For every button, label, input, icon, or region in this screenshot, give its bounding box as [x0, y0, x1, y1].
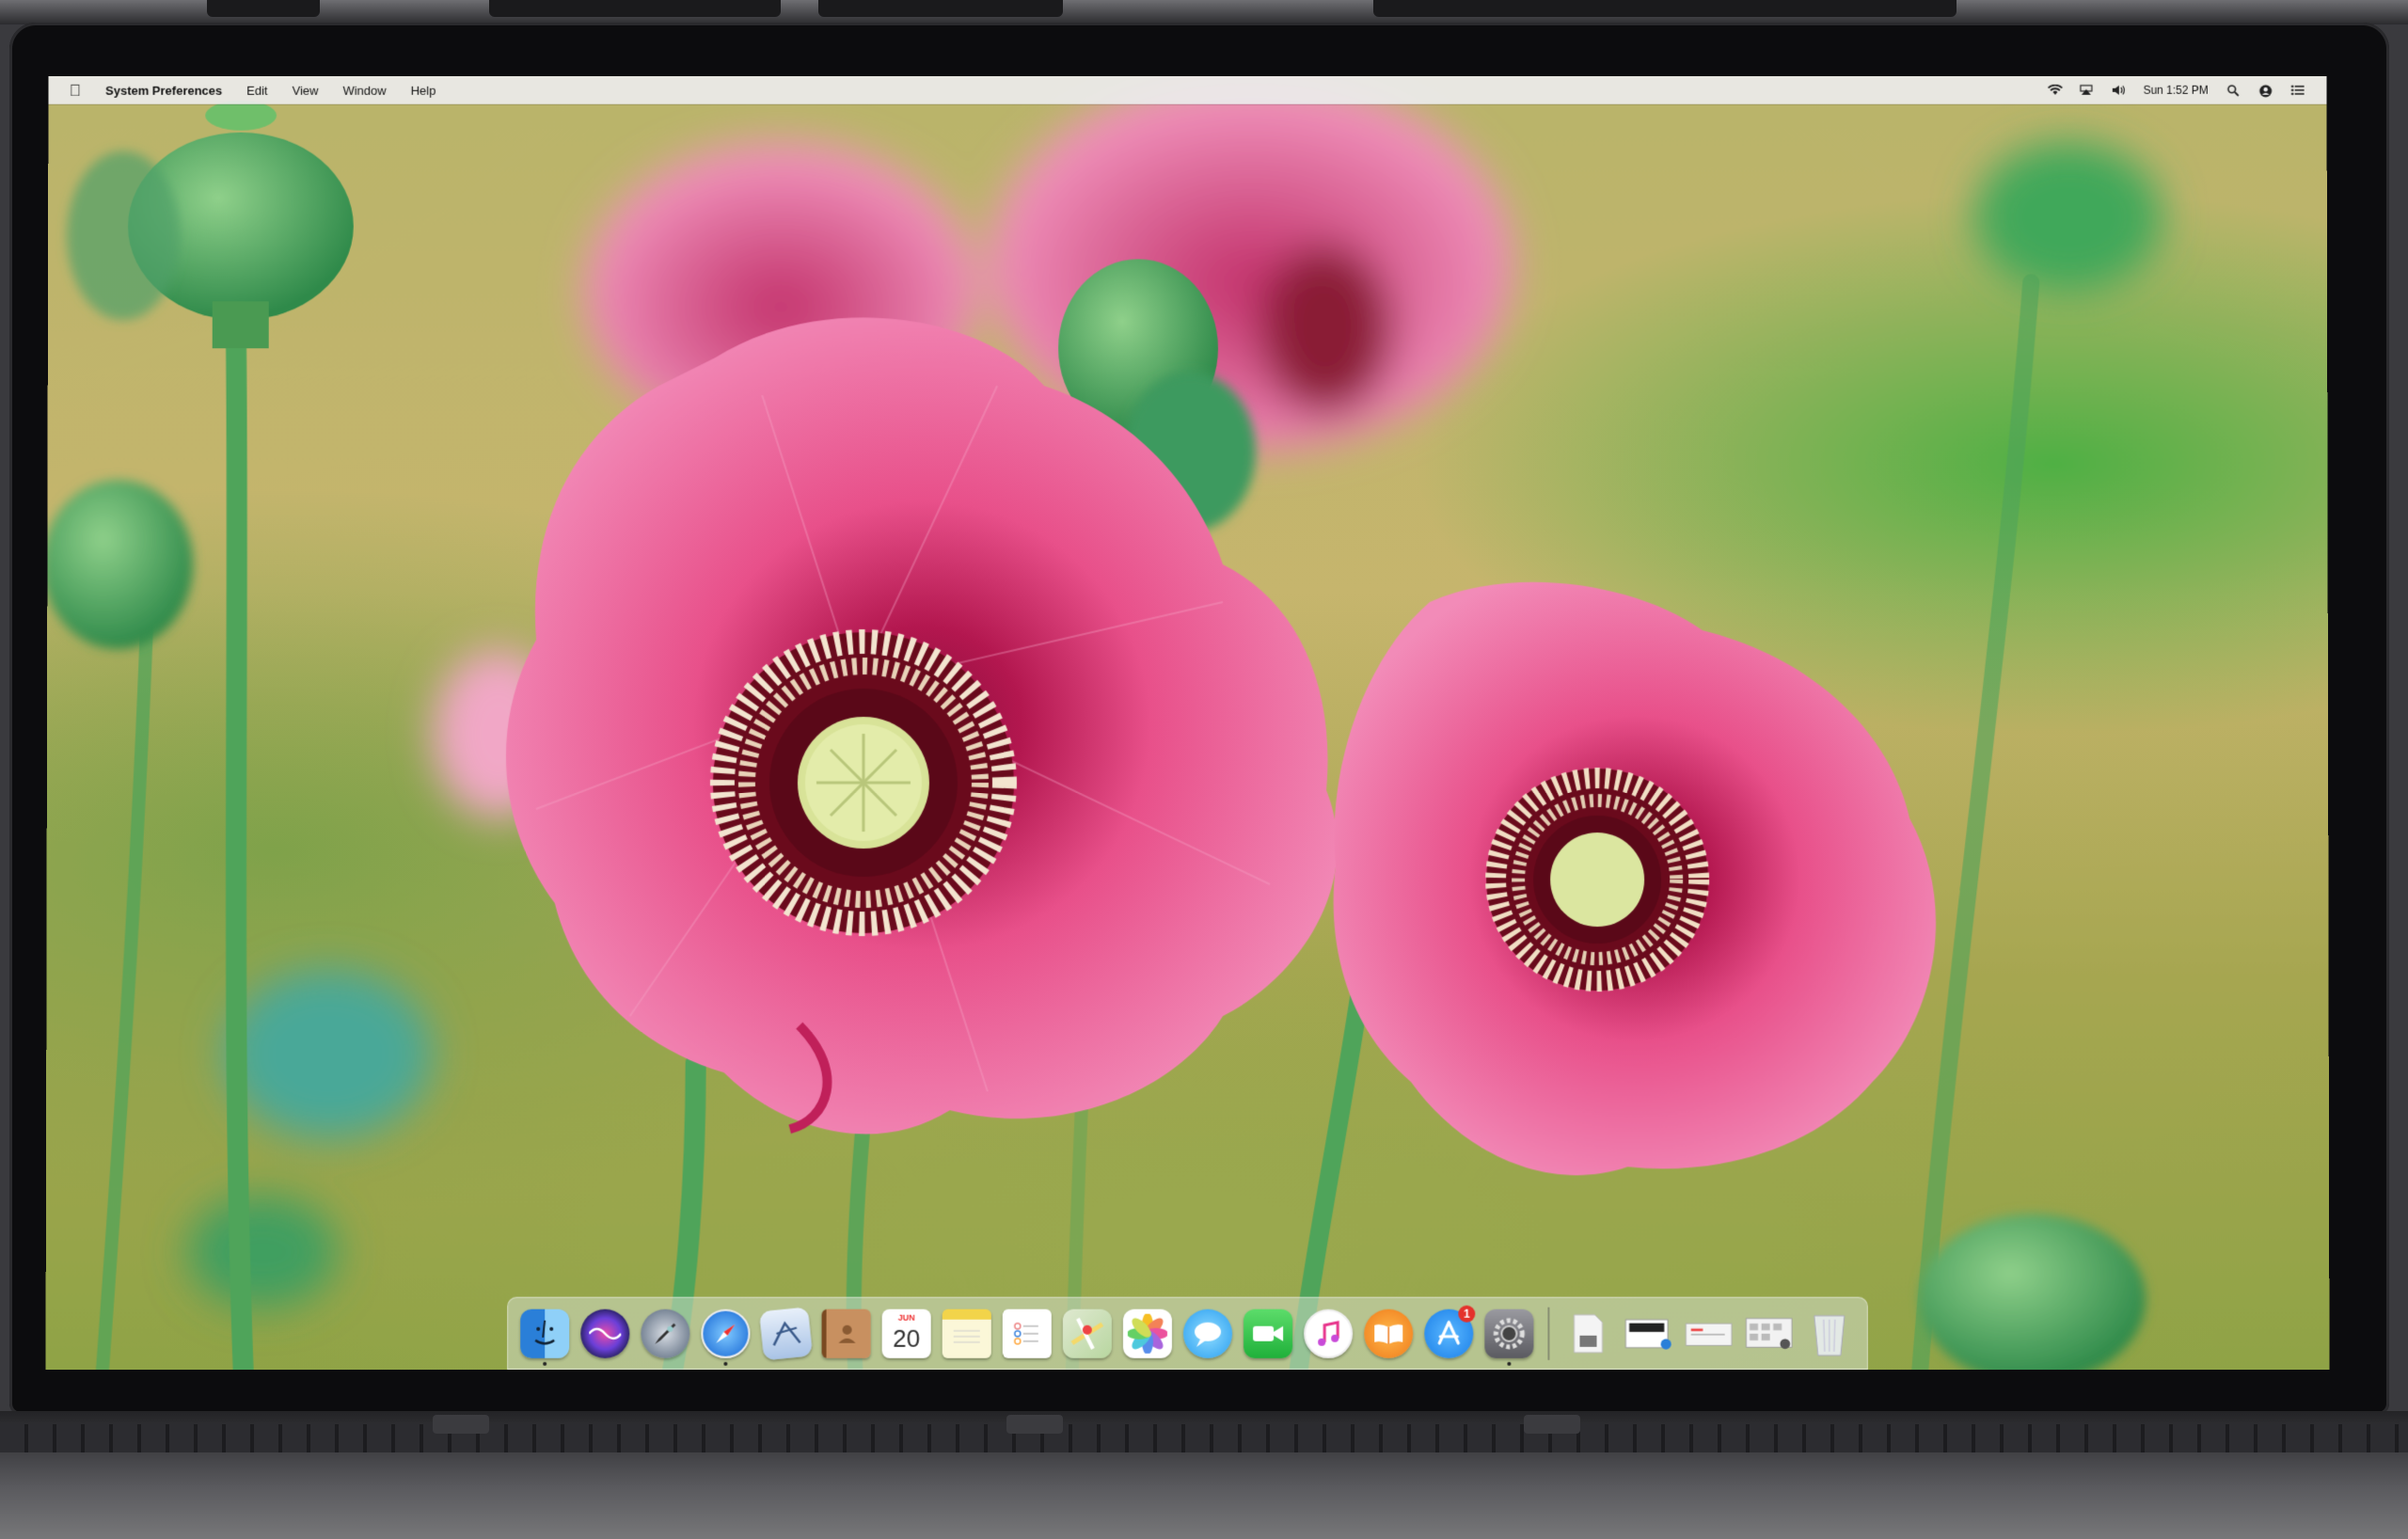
calendar-day: 20: [893, 1324, 921, 1353]
itunes-icon: [1304, 1309, 1354, 1358]
dock-system-preferences[interactable]: [1480, 1304, 1538, 1366]
dock-app-store[interactable]: 1: [1419, 1304, 1478, 1362]
dock-trash[interactable]: [1800, 1304, 1859, 1362]
dock-reminders[interactable]: [998, 1304, 1056, 1362]
launchpad-icon: [641, 1309, 690, 1358]
dock-safari[interactable]: [696, 1304, 754, 1366]
frame-clip: [207, 0, 320, 17]
dock-contacts[interactable]: [817, 1304, 876, 1362]
maps-icon: [1062, 1309, 1112, 1358]
desktop-screen:  System Preferences Edit View Window He…: [45, 75, 2330, 1370]
dock-calendar[interactable]: JUN 20: [878, 1304, 936, 1362]
menu-help[interactable]: Help: [411, 83, 436, 97]
dock-messages[interactable]: [1179, 1304, 1237, 1362]
wifi-icon[interactable]: [2047, 84, 2063, 96]
notification-center-icon[interactable]: [2290, 85, 2305, 96]
menu-bar:  System Preferences Edit View Window He…: [48, 75, 2327, 104]
dock-folder-stack[interactable]: [1680, 1304, 1738, 1362]
poppy-wallpaper: [45, 75, 2163, 1370]
messages-icon: [1182, 1309, 1233, 1358]
menu-view[interactable]: View: [293, 83, 319, 97]
menu-window[interactable]: Window: [342, 83, 386, 97]
siri-icon: [580, 1309, 630, 1358]
running-indicator: [543, 1361, 547, 1366]
finder-icon: [520, 1309, 570, 1358]
ibooks-icon: [1364, 1309, 1414, 1358]
mail-icon: [758, 1306, 814, 1360]
frame-clip: [818, 0, 1063, 17]
frame-clip: [489, 0, 781, 17]
dock-downloads-stack[interactable]: [1740, 1304, 1798, 1362]
dock: JUN 20 1: [507, 1296, 1868, 1370]
airplay-icon[interactable]: [2080, 85, 2093, 96]
app-store-update-badge: 1: [1458, 1305, 1476, 1323]
dock-siri[interactable]: [576, 1304, 634, 1362]
user-account-icon[interactable]: [2259, 85, 2273, 98]
volume-icon[interactable]: [2111, 85, 2124, 96]
screenshot-stack-icon: [1624, 1309, 1673, 1357]
dock-notes[interactable]: [938, 1304, 996, 1362]
safari-icon: [701, 1309, 751, 1358]
menu-edit[interactable]: Edit: [246, 83, 267, 97]
menu-app-name[interactable]: System Preferences: [105, 83, 222, 97]
document-stack-icon: [1563, 1309, 1612, 1357]
calendar-icon: JUN 20: [881, 1309, 931, 1358]
dock-maps[interactable]: [1058, 1304, 1117, 1362]
dock-screenshot-stack[interactable]: [1619, 1304, 1677, 1362]
spotlight-search-icon[interactable]: [2227, 85, 2241, 96]
downloads-stack-icon: [1745, 1309, 1794, 1357]
trash-icon: [1805, 1309, 1854, 1357]
dock-itunes[interactable]: [1299, 1304, 1357, 1362]
photos-icon: [1122, 1309, 1172, 1358]
contacts-icon: [821, 1309, 871, 1358]
frame-rail: [0, 1424, 2408, 1452]
laptop-top-edge: [0, 0, 2408, 24]
dock-ibooks[interactable]: [1359, 1304, 1418, 1362]
apple-menu-icon[interactable]: : [69, 81, 81, 99]
reminders-icon: [1002, 1309, 1052, 1358]
running-indicator: [723, 1361, 728, 1366]
menu-clock[interactable]: Sun 1:52 PM: [2143, 84, 2208, 97]
frame-notch: [433, 1415, 489, 1434]
frame-clip: [1373, 0, 1956, 17]
app-store-icon: 1: [1424, 1305, 1476, 1358]
folder-stack-icon: [1685, 1309, 1734, 1357]
running-indicator: [1507, 1361, 1512, 1366]
dock-launchpad[interactable]: [636, 1304, 694, 1362]
dock-facetime[interactable]: [1239, 1304, 1297, 1362]
frame-notch: [1006, 1415, 1063, 1434]
dock-document-stack[interactable]: [1559, 1304, 1617, 1362]
dock-mail[interactable]: [756, 1304, 815, 1362]
dock-separator: [1547, 1307, 1550, 1360]
dock-photos[interactable]: [1118, 1304, 1177, 1362]
notes-icon: [942, 1309, 991, 1358]
laptop-bottom-frame: [0, 1411, 2408, 1539]
frame-notch: [1524, 1415, 1580, 1434]
dock-finder[interactable]: [515, 1304, 574, 1366]
system-preferences-icon: [1484, 1309, 1534, 1358]
calendar-month: JUN: [897, 1312, 915, 1323]
facetime-icon: [1244, 1309, 1293, 1358]
